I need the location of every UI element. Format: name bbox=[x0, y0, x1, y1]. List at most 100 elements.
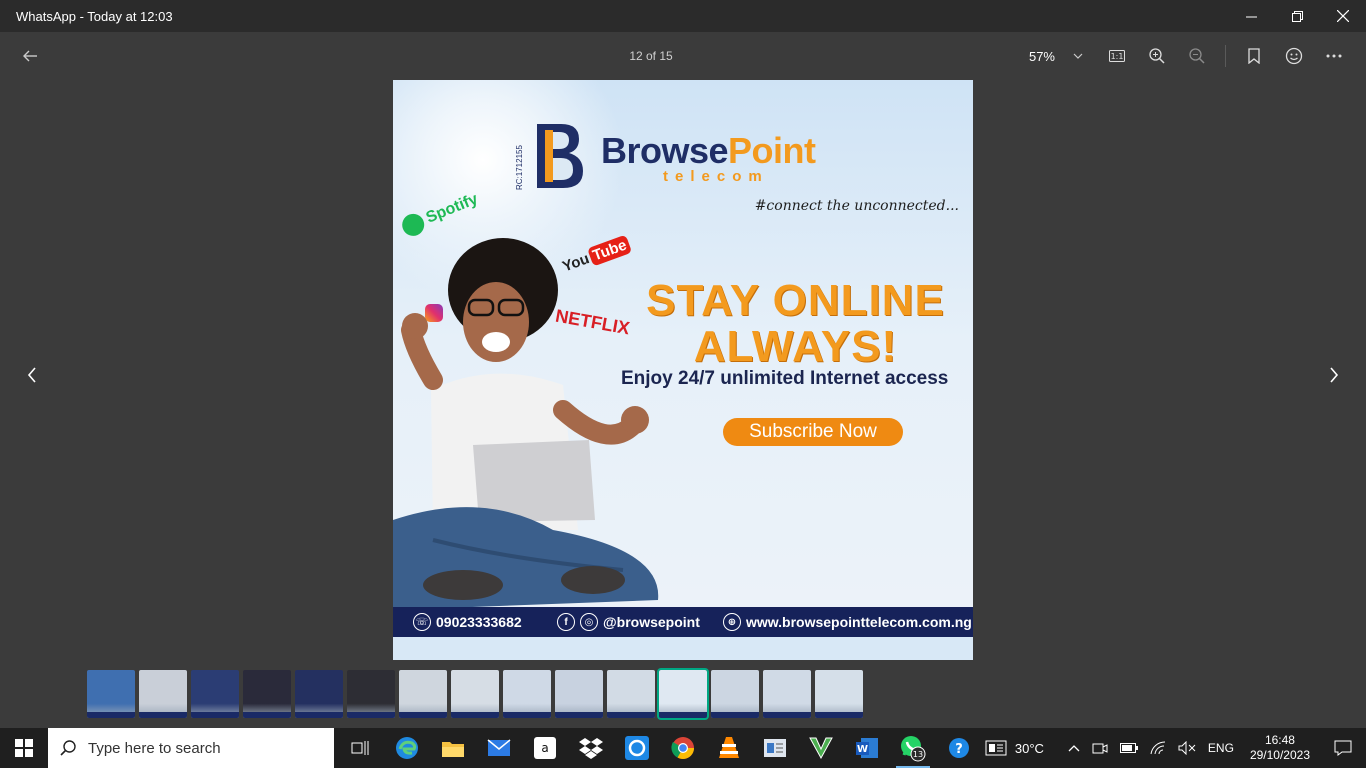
brand-name: BrowsePoint bbox=[601, 130, 816, 172]
tagline: #connect the unconnected... bbox=[754, 198, 959, 214]
taskbar-app-doc[interactable] bbox=[752, 728, 798, 768]
battery-icon bbox=[1119, 743, 1138, 753]
notification-icon bbox=[1334, 740, 1352, 756]
thumbnail-13[interactable] bbox=[711, 670, 759, 718]
bookmark-icon bbox=[1248, 48, 1260, 64]
system-clock[interactable]: 16:48 29/10/2023 bbox=[1240, 733, 1320, 763]
taskbar-dropbox[interactable] bbox=[568, 728, 614, 768]
phone-contact: ☏ 09023333682 bbox=[413, 613, 522, 631]
thumbnail-10[interactable] bbox=[555, 670, 603, 718]
word-icon: W bbox=[856, 738, 878, 758]
thumbnail-footer-band bbox=[243, 712, 291, 718]
taskbar-vectorize[interactable] bbox=[798, 728, 844, 768]
thumbnail-5[interactable] bbox=[295, 670, 343, 718]
thumbnail-7[interactable] bbox=[399, 670, 447, 718]
chevron-left-icon bbox=[27, 367, 36, 383]
thumbnail-8[interactable] bbox=[451, 670, 499, 718]
taskbar-search-box[interactable]: Type here to search bbox=[48, 728, 334, 768]
dropbox-icon bbox=[579, 738, 603, 759]
facebook-icon: f bbox=[557, 613, 575, 631]
task-view-button[interactable] bbox=[338, 728, 384, 768]
taskbar-app-blue[interactable] bbox=[614, 728, 660, 768]
react-button[interactable] bbox=[1274, 40, 1314, 72]
start-button[interactable] bbox=[0, 728, 48, 768]
windows-logo-icon bbox=[15, 739, 33, 757]
thumbnail-3[interactable] bbox=[191, 670, 239, 718]
thumbnail-15[interactable] bbox=[815, 670, 863, 718]
chevron-up-icon bbox=[1068, 745, 1080, 752]
thumbnail-footer-band bbox=[607, 712, 655, 718]
restore-button[interactable] bbox=[1274, 0, 1320, 32]
taskbar-vlc[interactable] bbox=[706, 728, 752, 768]
thumbnail-14[interactable] bbox=[763, 670, 811, 718]
subscribe-now-badge: Subscribe Now bbox=[723, 418, 903, 446]
thumbnail-footer-band bbox=[555, 712, 603, 718]
thumbnail-12[interactable] bbox=[657, 668, 709, 720]
zoom-in-icon bbox=[1149, 48, 1165, 64]
more-horizontal-icon bbox=[1326, 54, 1342, 58]
thumbnail-footer-band bbox=[191, 712, 239, 718]
zoom-dropdown[interactable]: 57% bbox=[1029, 49, 1083, 64]
toolbar-actions: 57% 1:1 bbox=[1029, 40, 1354, 72]
taskbar-file-explorer[interactable] bbox=[430, 728, 476, 768]
actual-size-button[interactable]: 1:1 bbox=[1097, 40, 1137, 72]
volume-indicator[interactable] bbox=[1172, 741, 1202, 755]
previous-media-button[interactable] bbox=[17, 360, 47, 390]
news-weather-icon bbox=[985, 740, 1007, 756]
zoom-level: 57% bbox=[1028, 48, 1055, 64]
taskbar-mail[interactable] bbox=[476, 728, 522, 768]
next-media-button[interactable] bbox=[1319, 360, 1349, 390]
browsepoint-poster: RC:1712155 BrowsePoint telecom #connect … bbox=[393, 80, 973, 660]
taskbar-chrome[interactable] bbox=[660, 728, 706, 768]
social-handle: @browsepoint bbox=[603, 614, 700, 630]
star-message-button[interactable] bbox=[1234, 40, 1274, 72]
wifi-icon bbox=[1150, 741, 1165, 755]
thumbnail-footer-band bbox=[87, 712, 135, 718]
thumbnail-6[interactable] bbox=[347, 670, 395, 718]
zoom-out-button[interactable] bbox=[1177, 40, 1217, 72]
weather-widget[interactable]: 30°C bbox=[979, 740, 1050, 756]
meet-now-button[interactable] bbox=[1086, 741, 1114, 755]
emoji-icon bbox=[1285, 47, 1303, 65]
zoom-in-button[interactable] bbox=[1137, 40, 1177, 72]
thumbnail-11[interactable] bbox=[607, 670, 655, 718]
thumbnail-footer-band bbox=[399, 712, 447, 718]
zoom-out-icon bbox=[1189, 48, 1205, 64]
title-bar: WhatsApp - Today at 12:03 bbox=[0, 0, 1366, 32]
taskbar-word[interactable]: W bbox=[844, 728, 890, 768]
close-button[interactable] bbox=[1320, 0, 1366, 32]
minimize-button[interactable] bbox=[1228, 0, 1274, 32]
taskbar-amazon[interactable]: a bbox=[522, 728, 568, 768]
brand-name-part1: Browse bbox=[601, 130, 729, 171]
taskbar-edge[interactable] bbox=[384, 728, 430, 768]
weather-temperature: 30°C bbox=[1014, 740, 1044, 756]
notifications-button[interactable] bbox=[1320, 740, 1366, 756]
amazon-icon: a bbox=[534, 737, 556, 759]
actual-size-icon: 1:1 bbox=[1109, 50, 1125, 62]
whatsapp-badge: 13 bbox=[913, 750, 923, 759]
document-app-icon bbox=[764, 739, 786, 757]
thumbnail-footer-band bbox=[295, 712, 343, 718]
vlc-icon bbox=[719, 737, 739, 758]
media-image: RC:1712155 BrowsePoint telecom #connect … bbox=[393, 80, 973, 660]
thumbnail-2[interactable] bbox=[139, 670, 187, 718]
thumbnail-1[interactable] bbox=[87, 670, 135, 718]
search-placeholder: Type here to search bbox=[88, 739, 221, 757]
thumbnail-footer-band bbox=[139, 712, 187, 718]
svg-text:a: a bbox=[541, 741, 548, 755]
thumbnail-4[interactable] bbox=[243, 670, 291, 718]
show-hidden-icons-button[interactable] bbox=[1062, 744, 1086, 752]
more-options-button[interactable] bbox=[1314, 40, 1354, 72]
input-language[interactable]: ENG bbox=[1202, 741, 1240, 755]
taskbar-whatsapp[interactable]: 13 bbox=[890, 728, 936, 768]
thumbnail-strip bbox=[87, 668, 863, 720]
taskbar-help[interactable]: ? bbox=[936, 728, 982, 768]
battery-indicator[interactable] bbox=[1114, 743, 1144, 753]
registration-number: RC:1712155 bbox=[515, 145, 524, 190]
browsepoint-logo-icon bbox=[537, 124, 583, 188]
search-icon bbox=[48, 740, 88, 756]
thumbnail-9[interactable] bbox=[503, 670, 551, 718]
thumbnail-footer-band bbox=[451, 712, 499, 718]
edge-icon bbox=[396, 737, 418, 759]
network-indicator[interactable] bbox=[1144, 741, 1172, 755]
